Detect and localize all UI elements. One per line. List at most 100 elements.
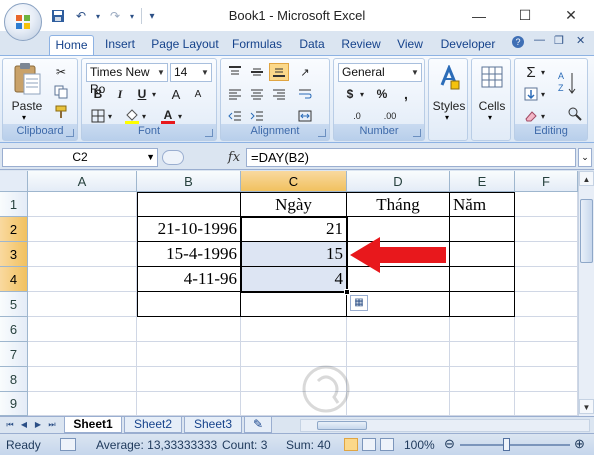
cells-group[interactable]: Cells ▾ <box>471 58 511 141</box>
insert-function-button[interactable]: fx <box>224 148 244 167</box>
format-painter-icon[interactable] <box>51 103 71 121</box>
tab-review[interactable]: Review <box>338 35 384 55</box>
cell-b3[interactable]: 15-4-1996 <box>137 242 241 267</box>
paste-dropdown-icon[interactable]: ▾ <box>22 113 26 122</box>
page-break-view-icon[interactable] <box>380 438 394 451</box>
clear-dropdown-icon[interactable]: ▾ <box>539 107 547 125</box>
row-header-9[interactable]: 9 <box>0 392 28 416</box>
cell-e7[interactable] <box>450 342 515 367</box>
sheet-tab-sheet3[interactable]: Sheet3 <box>184 417 242 433</box>
column-header-c[interactable]: C <box>241 171 347 192</box>
copy-icon[interactable] <box>51 83 71 101</box>
cut-icon[interactable]: ✂ <box>51 63 71 81</box>
cell-e1[interactable]: Năm <box>450 192 515 217</box>
cell-e6[interactable] <box>450 317 515 342</box>
formula-input[interactable]: =DAY(B2) <box>246 148 576 167</box>
cell-c8[interactable] <box>241 367 347 392</box>
insert-sheet-icon[interactable]: ✎ <box>244 417 272 433</box>
select-all-corner[interactable] <box>0 171 28 192</box>
cell-f3[interactable] <box>515 242 578 267</box>
cell-f9[interactable] <box>515 392 578 416</box>
row-header-7[interactable]: 7 <box>0 342 28 367</box>
sort-filter-icon[interactable]: AZ <box>553 63 585 103</box>
vertical-scroll-thumb[interactable] <box>580 199 593 263</box>
sheet-tab-sheet1[interactable]: Sheet1 <box>64 417 122 433</box>
row-header-1[interactable]: 1 <box>0 192 28 217</box>
worksheet-grid[interactable]: A B C D E F 1 2 3 4 5 6 7 8 9 Ngày Tháng… <box>0 171 578 416</box>
column-header-b[interactable]: B <box>137 171 241 192</box>
cell-e2[interactable] <box>450 217 515 242</box>
cell-f8[interactable] <box>515 367 578 392</box>
next-sheet-icon[interactable]: ▶ <box>32 419 44 431</box>
font-color-dropdown-icon[interactable]: ▾ <box>176 107 184 125</box>
horizontal-scroll-thumb[interactable] <box>317 421 367 430</box>
ribbon-restore-button[interactable]: ❐ <box>554 34 564 47</box>
cell-b9[interactable] <box>137 392 241 416</box>
sheet-tab-sheet2[interactable]: Sheet2 <box>124 417 182 433</box>
cell-a2[interactable] <box>28 217 137 242</box>
cell-c1[interactable]: Ngày <box>241 192 347 217</box>
cell-f1[interactable] <box>515 192 578 217</box>
cell-a6[interactable] <box>28 317 137 342</box>
font-color-button[interactable]: A <box>158 107 178 125</box>
cell-b2[interactable]: 21-10-1996 <box>137 217 241 242</box>
cell-b1[interactable] <box>137 192 241 217</box>
cell-e8[interactable] <box>450 367 515 392</box>
align-left-icon[interactable] <box>225 85 245 103</box>
autosum-dropdown-icon[interactable]: ▾ <box>539 63 547 81</box>
column-header-e[interactable]: E <box>450 171 515 192</box>
cell-c7[interactable] <box>241 342 347 367</box>
tab-home[interactable]: Home <box>49 35 94 55</box>
align-bottom-icon[interactable] <box>269 63 289 81</box>
row-header-6[interactable]: 6 <box>0 317 28 342</box>
comma-button[interactable]: , <box>396 85 416 103</box>
underline-button[interactable]: U <box>132 85 152 103</box>
cell-e3[interactable] <box>450 242 515 267</box>
cell-f5[interactable] <box>515 292 578 317</box>
help-icon[interactable]: ? <box>512 36 524 48</box>
cell-c5[interactable] <box>241 292 347 317</box>
zoom-slider-track[interactable] <box>460 444 570 446</box>
borders-icon[interactable] <box>88 107 108 125</box>
cell-d1[interactable]: Tháng <box>347 192 450 217</box>
number-launcher-icon[interactable] <box>413 129 421 137</box>
cell-e5[interactable] <box>450 292 515 317</box>
cell-c4[interactable]: 4 <box>241 267 347 292</box>
cell-b5[interactable] <box>137 292 241 317</box>
cell-c9[interactable] <box>241 392 347 416</box>
styles-dropdown-icon[interactable]: ▾ <box>445 113 449 122</box>
cell-e4[interactable] <box>450 267 515 292</box>
ribbon-close-button[interactable]: ✕ <box>576 34 585 47</box>
increase-indent-icon[interactable] <box>247 107 267 125</box>
close-button[interactable]: ✕ <box>548 0 594 31</box>
zoom-out-icon[interactable]: ⊖ <box>444 436 455 452</box>
cell-d7[interactable] <box>347 342 450 367</box>
cells-dropdown-icon[interactable]: ▾ <box>488 113 492 122</box>
decrease-decimal-button[interactable]: .00 <box>376 107 404 125</box>
underline-dropdown-icon[interactable]: ▾ <box>150 85 158 103</box>
cell-a8[interactable] <box>28 367 137 392</box>
zoom-level[interactable]: 100% <box>404 438 435 452</box>
orientation-icon[interactable]: ↗ <box>295 63 315 81</box>
wrap-text-icon[interactable] <box>295 85 315 103</box>
name-box[interactable]: C2 ▼ <box>2 148 158 167</box>
cell-f7[interactable] <box>515 342 578 367</box>
cell-a4[interactable] <box>28 267 137 292</box>
font-name-combo[interactable]: Times New Ro ▼ <box>86 63 168 96</box>
cell-b6[interactable] <box>137 317 241 342</box>
borders-dropdown-icon[interactable]: ▾ <box>106 107 114 125</box>
align-middle-icon[interactable] <box>247 63 267 81</box>
decrease-indent-icon[interactable] <box>225 107 245 125</box>
chevron-down-icon[interactable]: ▼ <box>155 64 167 81</box>
row-header-3[interactable]: 3 <box>0 242 28 267</box>
chevron-down-icon[interactable]: ▼ <box>409 64 421 81</box>
cell-c3[interactable]: 15 <box>241 242 347 267</box>
tab-page-layout[interactable]: Page Layout <box>148 35 222 55</box>
find-select-icon[interactable] <box>565 105 585 123</box>
first-sheet-icon[interactable]: ⏮ <box>4 419 16 431</box>
horizontal-scrollbar[interactable] <box>300 419 590 432</box>
tab-developer[interactable]: Developer <box>436 35 500 55</box>
fill-color-dropdown-icon[interactable]: ▾ <box>140 107 148 125</box>
scroll-up-arrow-icon[interactable]: ▲ <box>579 171 594 186</box>
alignment-launcher-icon[interactable] <box>318 129 326 137</box>
